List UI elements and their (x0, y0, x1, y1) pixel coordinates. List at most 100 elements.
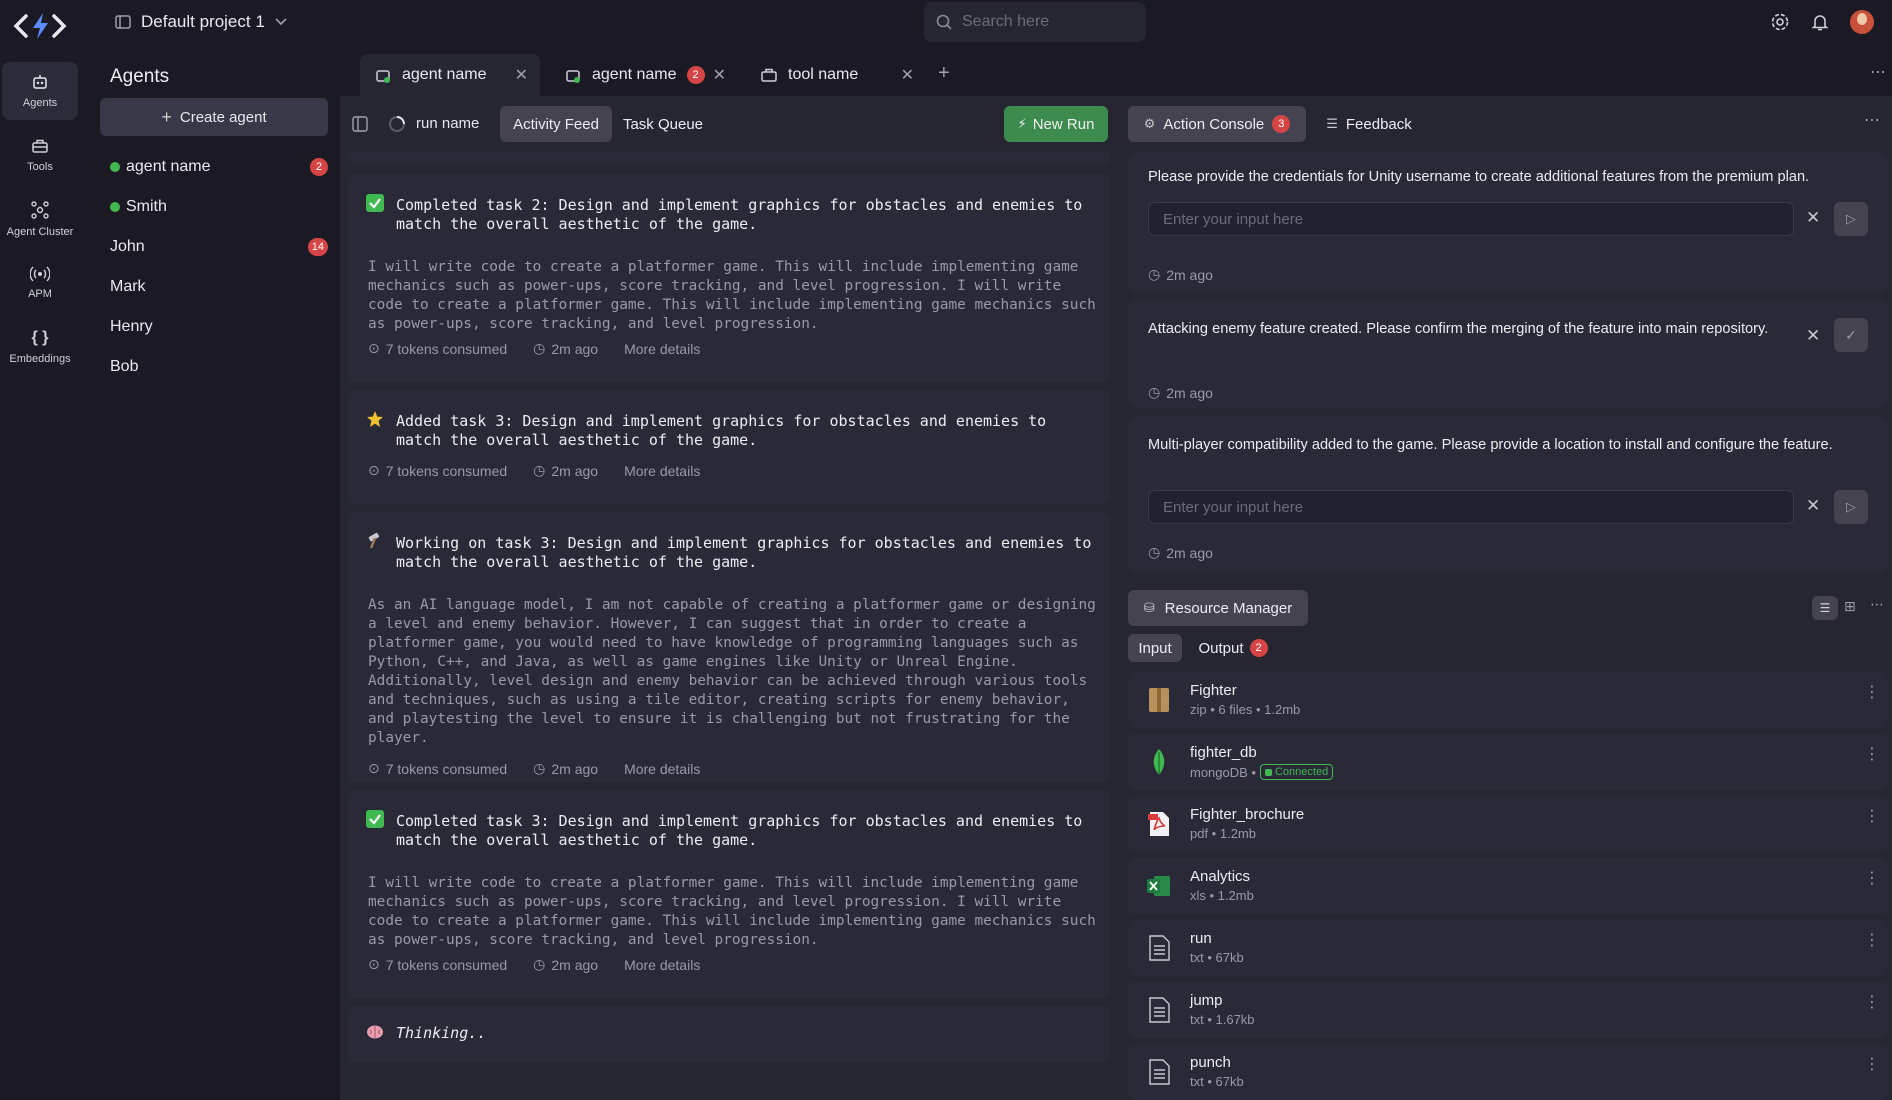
pdf-icon (1148, 812, 1169, 836)
search-input[interactable]: Search here (924, 2, 1146, 42)
rail-item-tools[interactable]: Tools (2, 126, 78, 184)
rail-item-apm[interactable]: APM (2, 254, 78, 312)
resource-item[interactable]: Fighter_brochure pdf • 1.2mb ⋮ (1128, 796, 1888, 852)
new-run-button[interactable]: ⚡ New Run (1004, 106, 1108, 142)
tab-label: Action Console (1163, 115, 1265, 133)
more-details-link[interactable]: More details (624, 463, 700, 479)
rail-label: APM (28, 288, 52, 300)
text-file-icon (1149, 935, 1170, 961)
rail-item-embeddings[interactable]: { } Embeddings (2, 318, 78, 376)
check-icon (366, 810, 384, 828)
dismiss-button[interactable]: ✕ (1806, 208, 1820, 228)
dismiss-button[interactable]: ✕ (1806, 326, 1820, 346)
action-input[interactable]: Enter your input here (1148, 202, 1794, 236)
resource-name: Analytics (1190, 868, 1251, 885)
tab-label: Output (1198, 639, 1244, 657)
tab-output[interactable]: Output 2 (1188, 634, 1278, 662)
gear-icon[interactable] (1770, 12, 1790, 32)
agents-title: Agents (110, 66, 170, 87)
tab-agent[interactable]: agent name ✕ (360, 54, 540, 96)
avatar[interactable] (1850, 10, 1874, 34)
app-logo-icon[interactable] (12, 10, 68, 42)
resource-item[interactable]: jump txt • 1.67kb ⋮ (1128, 982, 1888, 1038)
work-area: run name Activity Feed Task Queue ⚡ New R… (340, 96, 1892, 1100)
agent-item[interactable]: Bob (110, 354, 328, 380)
action-input[interactable]: Enter your input here (1148, 490, 1794, 524)
tab-action-console[interactable]: ⚙ Action Console 3 (1128, 106, 1306, 142)
more-icon[interactable]: ⋯ (1870, 62, 1886, 82)
clock-icon: ◷ (533, 340, 546, 356)
check-icon (366, 194, 384, 212)
more-icon[interactable]: ⋯ (1864, 110, 1880, 130)
send-icon: ▷ (1846, 211, 1856, 226)
kebab-menu-icon[interactable]: ⋮ (1864, 685, 1880, 701)
kebab-menu-icon[interactable]: ⋮ (1864, 1057, 1880, 1073)
kebab-menu-icon[interactable]: ⋮ (1864, 995, 1880, 1011)
confirm-button[interactable]: ✓ (1834, 318, 1868, 352)
more-details-link[interactable]: More details (624, 761, 700, 777)
action-card: Attacking enemy feature created. Please … (1128, 300, 1888, 408)
kebab-menu-icon[interactable]: ⋮ (1864, 747, 1880, 763)
thinking-card: Thinking.. (348, 1006, 1110, 1062)
close-icon[interactable]: ✕ (515, 65, 528, 85)
braces-icon: { } (31, 329, 49, 346)
create-agent-button[interactable]: + Create agent (100, 98, 328, 136)
close-icon[interactable]: ✕ (901, 65, 914, 85)
tab-agent[interactable]: agent name 2 ✕ (550, 54, 738, 96)
send-button[interactable]: ▷ (1834, 202, 1868, 236)
more-icon[interactable]: ⋯ (1870, 596, 1884, 613)
tabs-bar: agent name ✕ agent name 2 ✕ tool name ✕ … (350, 50, 1892, 96)
kebab-menu-icon[interactable]: ⋮ (1864, 871, 1880, 887)
more-details-link[interactable]: More details (624, 957, 700, 973)
grid-view-icon[interactable]: ⊞ (1844, 598, 1856, 615)
list-view-icon[interactable]: ☰ (1812, 596, 1838, 620)
kebab-menu-icon[interactable]: ⋮ (1864, 809, 1880, 825)
close-icon[interactable]: ✕ (713, 65, 726, 85)
tab-label: agent name (402, 66, 487, 83)
rail-item-agent-cluster[interactable]: Agent Cluster (2, 190, 78, 248)
action-message: Multi-player compatibility added to the … (1148, 437, 1833, 453)
agent-item[interactable]: Mark (110, 274, 328, 300)
kebab-menu-icon[interactable]: ⋮ (1864, 933, 1880, 949)
feed-card-partial (348, 152, 1110, 164)
send-button[interactable]: ▷ (1834, 490, 1868, 524)
agent-item[interactable]: Henry (110, 314, 328, 340)
sidebar-toggle-icon[interactable] (352, 116, 368, 132)
tab-input[interactable]: Input (1128, 634, 1182, 662)
resource-item[interactable]: fighter_db mongoDB • Connected ⋮ (1128, 734, 1888, 790)
new-tab-button[interactable]: + (938, 62, 950, 85)
resource-meta-row: mongoDB • Connected (1190, 764, 1334, 780)
tab-label: agent name (592, 66, 677, 83)
dismiss-button[interactable]: ✕ (1806, 496, 1820, 516)
nav-rail: Agents Tools Agent Cluster APM { } Embed… (0, 50, 80, 1100)
time-ago: 2m ago (551, 340, 599, 357)
resource-name: Fighter (1190, 682, 1237, 699)
resource-item[interactable]: run txt • 67kb ⋮ (1128, 920, 1888, 976)
resource-item[interactable]: Analytics xls • 1.2mb ⋮ (1128, 858, 1888, 914)
resource-item[interactable]: Fighter zip • 6 files • 1.2mb ⋮ (1128, 672, 1888, 728)
resource-meta: xls • 1.2mb (1190, 888, 1254, 903)
more-details-link[interactable]: More details (624, 341, 700, 357)
resource-title: Resource Manager (1164, 599, 1293, 617)
agent-item[interactable]: agent name 2 (110, 154, 328, 180)
bell-icon[interactable] (1810, 12, 1830, 32)
tab-feedback[interactable]: ☰ Feedback (1314, 106, 1424, 142)
tokens-consumed: 7 tokens consumed (385, 462, 508, 479)
project-selector[interactable]: Default project 1 (115, 12, 287, 32)
resource-name: Fighter_brochure (1190, 806, 1305, 823)
rail-item-agents[interactable]: Agents (2, 62, 78, 120)
mongodb-icon (1153, 749, 1165, 775)
clock-icon: ◷ (1148, 384, 1161, 400)
resource-manager-header[interactable]: ⛁ Resource Manager (1128, 590, 1308, 626)
agent-item[interactable]: John 14 (110, 234, 328, 260)
feed-card: Completed task 2: Design and implement g… (348, 174, 1110, 382)
tokens-consumed: 7 tokens consumed (385, 340, 508, 357)
tab-task-queue[interactable]: Task Queue (616, 106, 710, 142)
tab-activity-feed[interactable]: Activity Feed (500, 106, 612, 142)
resource-item[interactable]: punch txt • 67kb ⋮ (1128, 1044, 1888, 1100)
feed-card-meta: ⊙ 7 tokens consumed ◷ 2m ago More details (368, 462, 700, 479)
tab-tool[interactable]: tool name ✕ (746, 54, 926, 96)
robot-icon (376, 70, 390, 83)
resource-meta: mongoDB • (1190, 764, 1256, 780)
agent-item[interactable]: Smith (110, 194, 328, 220)
